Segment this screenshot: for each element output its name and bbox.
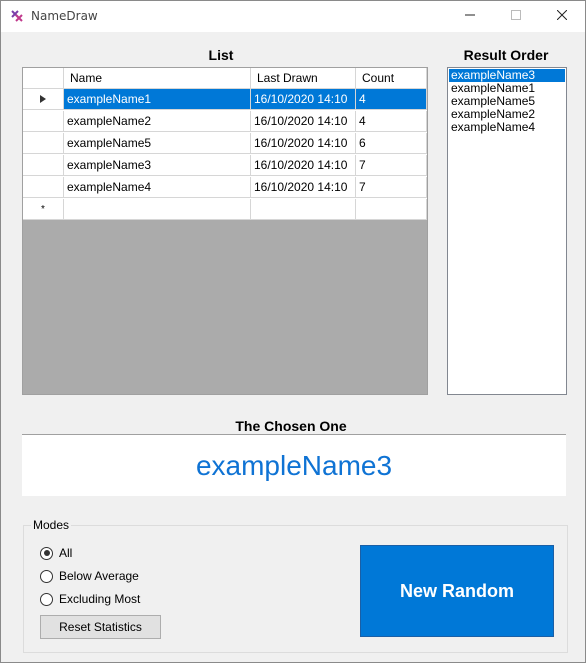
row-header[interactable]: [23, 177, 64, 198]
grid-rows: Name Last Drawn Count exampleName1 16/10…: [23, 68, 427, 220]
cell-name[interactable]: exampleName3: [64, 155, 251, 176]
current-row-arrow-icon: [40, 92, 46, 106]
new-random-button[interactable]: New Random: [360, 545, 554, 637]
close-icon: [556, 9, 568, 23]
chosen-title: The Chosen One: [235, 418, 347, 434]
radio-unchecked-icon: [40, 592, 53, 606]
table-row[interactable]: exampleName1 16/10/2020 14:10 4: [23, 89, 427, 111]
cell-name[interactable]: exampleName5: [64, 133, 251, 154]
chosen-name: exampleName3: [195, 450, 393, 481]
cell-count[interactable]: 7: [356, 177, 427, 198]
chosen-panel: exampleName3: [22, 434, 566, 496]
minimize-icon: [465, 10, 475, 23]
reset-statistics-button[interactable]: Reset Statistics: [40, 615, 161, 639]
radio-checked-icon: [40, 546, 53, 560]
app-logo-icon: [9, 8, 25, 24]
cell-last-drawn[interactable]: [251, 199, 356, 220]
result-order-list[interactable]: exampleName3 exampleName1 exampleName5 e…: [447, 67, 567, 395]
row-header[interactable]: [23, 111, 64, 132]
row-header[interactable]: [23, 89, 64, 110]
cell-count[interactable]: 6: [356, 133, 427, 154]
cell-name[interactable]: [64, 199, 251, 220]
title-bar: NameDraw: [1, 1, 585, 32]
column-header-count[interactable]: Count: [356, 68, 427, 89]
row-header[interactable]: [23, 155, 64, 176]
cell-last-drawn[interactable]: 16/10/2020 14:10: [251, 111, 356, 132]
cell-name[interactable]: exampleName2: [64, 111, 251, 132]
cell-count[interactable]: [356, 199, 427, 220]
modes-legend: Modes: [31, 518, 72, 532]
result-order-title: Result Order: [463, 47, 549, 63]
namedraw-window: NameDraw List Result Order Name Last Dra…: [0, 0, 586, 663]
cell-last-drawn[interactable]: 16/10/2020 14:10: [251, 155, 356, 176]
cell-name[interactable]: exampleName4: [64, 177, 251, 198]
minimize-button[interactable]: [447, 1, 493, 32]
cell-name[interactable]: exampleName1: [64, 89, 251, 110]
window-title: NameDraw: [31, 9, 98, 23]
cell-last-drawn[interactable]: 16/10/2020 14:10: [251, 133, 356, 154]
radio-excluding-most[interactable]: Excluding Most: [40, 591, 140, 607]
table-row[interactable]: exampleName3 16/10/2020 14:10 7: [23, 155, 427, 177]
close-button[interactable]: [539, 1, 585, 32]
list-title: List: [208, 47, 234, 63]
radio-label: All: [59, 546, 73, 560]
radio-label: Excluding Most: [59, 592, 141, 606]
new-row[interactable]: *: [23, 199, 427, 221]
maximize-button[interactable]: [493, 1, 539, 32]
column-header-name[interactable]: Name: [64, 68, 251, 89]
column-header-last-drawn[interactable]: Last Drawn: [251, 68, 356, 89]
cell-count[interactable]: 7: [356, 155, 427, 176]
table-row[interactable]: exampleName5 16/10/2020 14:10 6: [23, 133, 427, 155]
cell-last-drawn[interactable]: 16/10/2020 14:10: [251, 177, 356, 198]
radio-all[interactable]: All: [40, 545, 72, 561]
grid-header-row: Name Last Drawn Count: [23, 68, 427, 90]
table-row[interactable]: exampleName2 16/10/2020 14:10 4: [23, 111, 427, 133]
list-item[interactable]: exampleName4: [448, 121, 566, 134]
radio-unchecked-icon: [40, 569, 53, 583]
row-header[interactable]: [23, 133, 64, 154]
grid-corner-cell: [23, 68, 64, 89]
cell-count[interactable]: 4: [356, 89, 427, 110]
maximize-icon: [511, 10, 521, 23]
cell-count[interactable]: 4: [356, 111, 427, 132]
cell-last-drawn[interactable]: 16/10/2020 14:10: [251, 89, 356, 110]
radio-label: Below Average: [59, 569, 139, 583]
new-row-marker: *: [23, 199, 64, 220]
table-row[interactable]: exampleName4 16/10/2020 14:10 7: [23, 177, 427, 199]
names-grid[interactable]: Name Last Drawn Count exampleName1 16/10…: [22, 67, 428, 395]
radio-below-average[interactable]: Below Average: [40, 568, 139, 584]
